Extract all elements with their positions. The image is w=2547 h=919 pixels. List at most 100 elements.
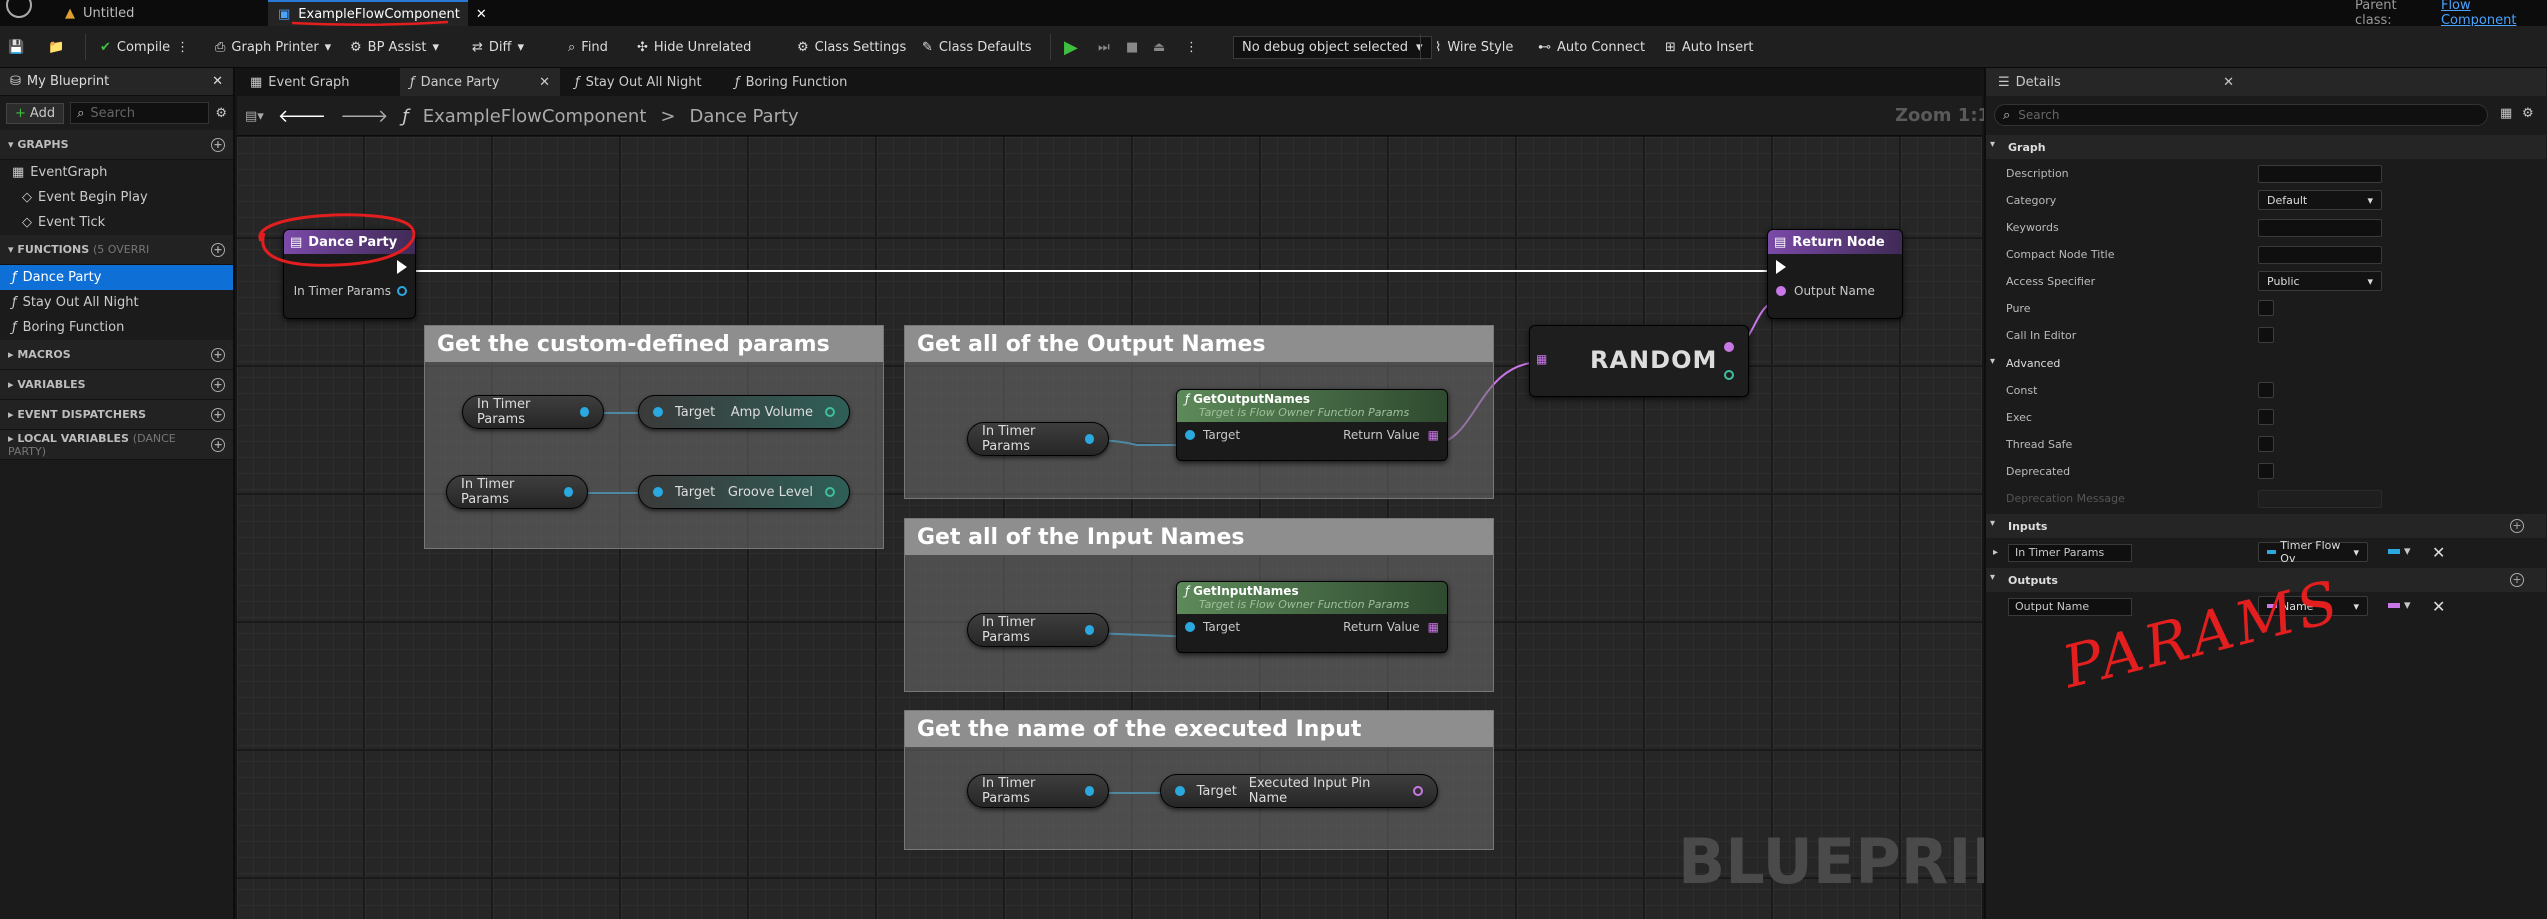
random-index-pin[interactable] [1724,370,1734,380]
history-dropdown[interactable]: ▤▾ [245,109,264,124]
close-icon[interactable]: ✕ [539,75,550,90]
comment-custom-params[interactable]: Get the custom-defined params [424,325,884,549]
grid-view-icon[interactable]: ▦ [2500,106,2512,121]
back-arrow-icon[interactable]: 🡐 [278,106,326,127]
deprecated-checkbox[interactable] [2258,463,2274,479]
executed-input-pin-name-node[interactable]: Target Executed Input Pin Name [1160,774,1438,808]
settings-icon[interactable]: ⚙ [215,106,227,121]
tab-event-graph[interactable]: ▦ Event Graph [240,68,360,96]
add-function-icon[interactable]: + [211,242,225,257]
input-container-type[interactable]: ▾ [2388,544,2411,559]
bp-assist-button[interactable]: ⚙ BP Assist ▾ [350,26,439,68]
return-node[interactable]: ▤ Return Node Output Name [1767,229,1903,319]
advanced-toggle[interactable]: Advanced [2006,357,2060,370]
input-name-field[interactable]: In Timer Params [2008,544,2132,562]
add-variable-icon[interactable]: + [211,377,225,392]
function-item-boring-function[interactable]: ƒ Boring Function [0,315,233,340]
add-macro-icon[interactable]: + [211,347,225,362]
tab-boring-function[interactable]: ƒ Boring Function [725,68,857,96]
getter-in-timer-params[interactable]: In Timer Params [967,422,1109,456]
call-in-editor-checkbox[interactable] [2258,327,2274,343]
function-item-dance-party[interactable]: ƒ Dance Party [0,265,233,290]
diff-button[interactable]: ⇄ Diff ▾ [472,26,524,68]
settings-icon[interactable]: ⚙ [2522,106,2534,121]
function-item-stay-out-all-night[interactable]: ƒ Stay Out All Night [0,290,233,315]
description-field[interactable] [2258,165,2382,183]
class-defaults-button[interactable]: ✎ Class Defaults [922,26,1032,68]
const-checkbox[interactable] [2258,382,2274,398]
close-icon[interactable]: ✕ [212,74,223,89]
hide-unrelated-button[interactable]: ✣ Hide Unrelated [637,26,751,68]
getter-in-timer-params[interactable]: In Timer Params [967,613,1109,647]
section-functions[interactable]: ▾ FUNCTIONS (5 OVERRI + [0,235,233,265]
array-out-pin[interactable]: ▦ [1428,620,1439,634]
auto-insert-button[interactable]: ⊞ Auto Insert [1665,26,1754,68]
add-output-icon[interactable]: + [2510,573,2524,587]
add-graph-icon[interactable]: + [211,137,225,152]
thread-safe-checkbox[interactable] [2258,436,2274,452]
add-button[interactable]: + Add [6,102,65,124]
step-icon[interactable]: ⏭ [1098,26,1110,68]
details-search-input[interactable]: ⌕ Search [1994,104,2488,126]
forward-arrow-icon[interactable]: 🡒 [340,106,388,127]
browse-icon[interactable]: 📁 [48,26,64,68]
section-graphs[interactable]: ▾ GRAPHS + [0,130,233,160]
debug-object-select[interactable]: No debug object selected▾ [1233,26,1432,68]
close-icon[interactable]: ✕ [476,7,487,22]
amp-volume-node[interactable]: Target Amp Volume [638,395,850,429]
array-in-pin[interactable]: ▦ [1536,352,1547,366]
graph-item-event-tick[interactable]: ◇ Event Tick [0,210,233,235]
stop-icon[interactable]: ■ [1126,26,1138,68]
graph-printer-button[interactable]: ⎙ Graph Printer ▾ [215,26,331,68]
eject-icon[interactable]: ⏏ [1153,26,1165,68]
output-name-field[interactable]: Output Name [2008,598,2132,616]
find-button[interactable]: ⌕ Find [568,26,608,68]
section-inputs[interactable]: Inputs [1986,514,2546,538]
output-name-pin[interactable] [1776,286,1786,296]
random-node[interactable]: ▦ RANDOM [1529,325,1749,397]
breadcrumb-root[interactable]: ExampleFlowComponent [423,106,647,127]
wire-style-button[interactable]: ⌇ Wire Style [1435,26,1513,68]
output-container-type[interactable]: ▾ [2388,598,2411,613]
section-local-variables[interactable]: ▸ LOCAL VARIABLES (DANCE PARTY) + [0,430,233,460]
auto-connect-button[interactable]: ⊷ Auto Connect [1538,26,1645,68]
get-output-names-node[interactable]: ƒ GetOutputNames Target is Flow Owner Fun… [1176,389,1448,461]
compile-button[interactable]: ✔ Compile ⋮ [100,26,189,68]
play-icon[interactable]: ▶ [1064,26,1078,68]
tab-stay-out-all-night[interactable]: ƒ Stay Out All Night [565,68,712,96]
graph-item-eventgraph[interactable]: ▦ EventGraph [0,160,233,185]
category-select[interactable]: Default ▾ [2258,190,2382,210]
search-input[interactable]: ⌕ Search [70,102,210,124]
add-input-icon[interactable]: + [2510,519,2524,533]
close-icon[interactable]: ✕ [2223,75,2234,90]
getter-in-timer-params[interactable]: In Timer Params [967,774,1109,808]
target-pin[interactable] [1185,622,1195,632]
graph-item-event-begin-play[interactable]: ◇ Event Begin Play [0,185,233,210]
expand-icon[interactable]: ▸ [1993,547,1998,558]
tab-dance-party[interactable]: ƒ Dance Party ✕ [400,68,560,96]
section-graph[interactable]: Graph [1986,135,2546,159]
section-macros[interactable]: ▸ MACROS + [0,340,233,370]
remove-input-icon[interactable]: ✕ [2432,543,2445,562]
keywords-field[interactable] [2258,219,2382,237]
getter-in-timer-params[interactable]: In Timer Params [446,475,588,509]
class-settings-button[interactable]: ⚙ Class Settings [797,26,906,68]
add-local-variable-icon[interactable]: + [211,437,225,452]
exec-checkbox[interactable] [2258,409,2274,425]
array-out-pin[interactable]: ▦ [1428,428,1439,442]
random-out-pin[interactable] [1724,342,1734,352]
pure-checkbox[interactable] [2258,300,2274,316]
section-variables[interactable]: ▸ VARIABLES + [0,370,233,400]
target-pin[interactable] [1185,430,1195,440]
input-type-select[interactable]: Timer Flow Ov ▾ [2258,539,2368,565]
remove-output-icon[interactable]: ✕ [2432,597,2445,616]
groove-level-node[interactable]: Target Groove Level [638,475,850,509]
save-icon[interactable]: 💾 [8,26,24,68]
tab-untitled[interactable]: ▲ Untitled [55,0,165,26]
getter-in-timer-params[interactable]: In Timer Params [462,395,604,429]
access-specifier-select[interactable]: Public ▾ [2258,271,2382,291]
parent-class-link[interactable]: Flow Component [2441,0,2547,28]
timer-params-pin[interactable] [397,286,407,296]
add-dispatcher-icon[interactable]: + [211,407,225,422]
section-event-dispatchers[interactable]: ▸ EVENT DISPATCHERS + [0,400,233,430]
